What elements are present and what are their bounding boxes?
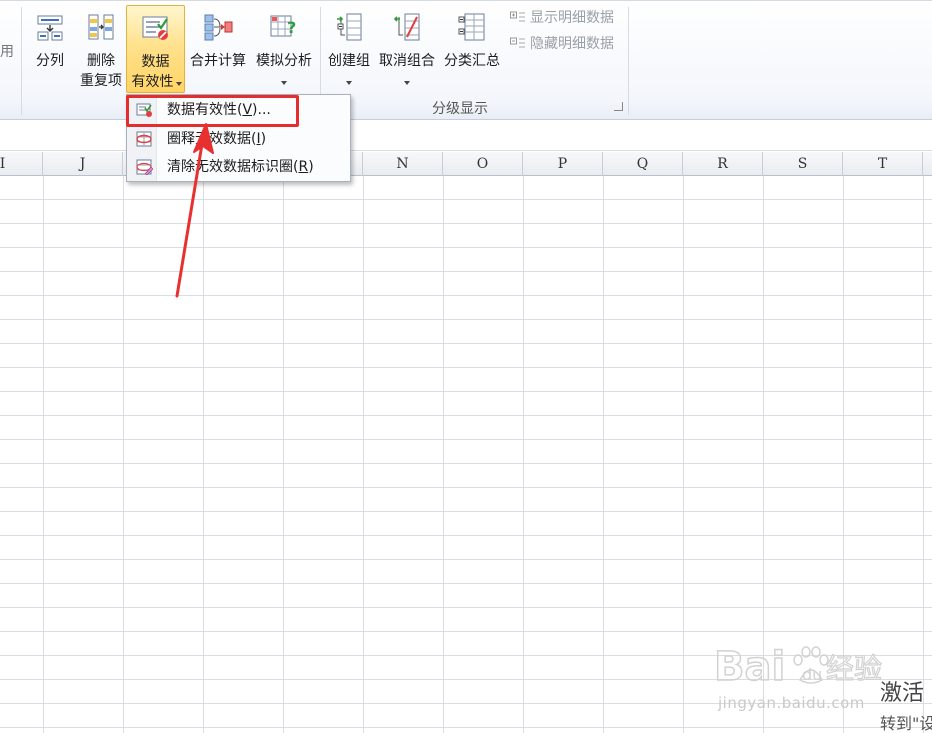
- group-button[interactable]: 创建组: [324, 5, 374, 91]
- group-label: 创建组: [328, 53, 370, 69]
- ungroup-label: 取消组合: [379, 53, 435, 69]
- highlight-annotation-box: [126, 95, 299, 127]
- subtotal-icon: [458, 13, 485, 41]
- show-detail-icon: [510, 11, 525, 22]
- ungroup-button[interactable]: 取消组合: [376, 5, 438, 91]
- what-if-analysis-icon: ?: [270, 15, 296, 37]
- clear-validation-circles-icon: [136, 159, 153, 175]
- column-header-r[interactable]: R: [683, 152, 763, 176]
- menu-item-label: 清除无效数据标识圈(R): [167, 159, 314, 175]
- svg-text:?: ?: [287, 18, 296, 37]
- svg-text:Bai: Bai: [714, 644, 785, 690]
- column-header-s[interactable]: S: [763, 152, 843, 176]
- show-detail-label: 显示明细数据: [530, 10, 614, 26]
- ribbon-separator: [21, 7, 22, 115]
- dropdown-arrow-icon: [176, 82, 182, 86]
- hide-detail-icon: [510, 37, 525, 48]
- column-header-q[interactable]: Q: [603, 152, 683, 176]
- column-header-j[interactable]: J: [43, 152, 123, 176]
- column-header-p[interactable]: P: [523, 152, 603, 176]
- group-icon: [337, 13, 362, 41]
- column-header-n[interactable]: N: [363, 152, 443, 176]
- consolidate-icon: [204, 14, 233, 41]
- text-to-columns-button[interactable]: 分列: [30, 5, 70, 91]
- ribbon-separator: [628, 7, 629, 115]
- remove-duplicates-label-line2: 重复项: [80, 73, 122, 89]
- what-if-analysis-button[interactable]: ? 模拟分析: [252, 5, 316, 91]
- menu-item-label: 圈释无效数据(I): [167, 131, 267, 147]
- svg-text:经验: 经验: [826, 652, 882, 685]
- data-validation-label-line1: 数据: [141, 54, 170, 70]
- subtotal-label: 分类汇总: [444, 53, 500, 69]
- data-validation-button[interactable]: 数据 有效性: [126, 5, 185, 93]
- consolidate-button[interactable]: 合并计算: [188, 5, 248, 91]
- dialog-launcher-icon[interactable]: [614, 102, 623, 111]
- data-validation-label-line2: 有效性: [131, 74, 174, 90]
- activation-goto-text: 转到"设: [880, 714, 932, 733]
- column-header-t[interactable]: T: [843, 152, 923, 176]
- menu-item-circle-invalid-data[interactable]: 圈释无效数据(I): [129, 126, 348, 153]
- menu-item-clear-validation-circles[interactable]: 清除无效数据标识圈(R): [129, 154, 348, 181]
- text-to-columns-label: 分列: [36, 53, 64, 69]
- subtotal-button[interactable]: 分类汇总: [440, 5, 504, 91]
- remove-duplicates-icon: [88, 14, 114, 40]
- activation-watermark-text: 激活: [880, 681, 925, 706]
- group-dropdown-arrow-icon: [346, 81, 352, 85]
- what-if-dropdown-arrow-icon: [281, 81, 287, 85]
- circle-invalid-data-icon: [136, 131, 152, 147]
- svg-text:du: du: [802, 665, 822, 684]
- data-validation-icon: [142, 16, 168, 40]
- what-if-analysis-label: 模拟分析: [256, 53, 312, 69]
- ungroup-icon: [393, 13, 420, 41]
- text-to-columns-icon: [37, 15, 63, 41]
- hide-detail-label: 隐藏明细数据: [530, 36, 614, 52]
- ungroup-dropdown-arrow-icon: [404, 81, 410, 85]
- watermark-url: jingyan.baidu.com: [718, 694, 865, 712]
- remove-duplicates-label-line1: 删除: [87, 53, 115, 69]
- column-header-o[interactable]: O: [443, 152, 523, 176]
- column-header-i[interactable]: I: [0, 152, 43, 176]
- consolidate-label: 合并计算: [190, 53, 246, 69]
- remove-duplicates-button[interactable]: 删除 重复项: [76, 5, 126, 91]
- cut-off-label: 用: [0, 44, 14, 60]
- outline-group-label: 分级显示: [432, 101, 488, 117]
